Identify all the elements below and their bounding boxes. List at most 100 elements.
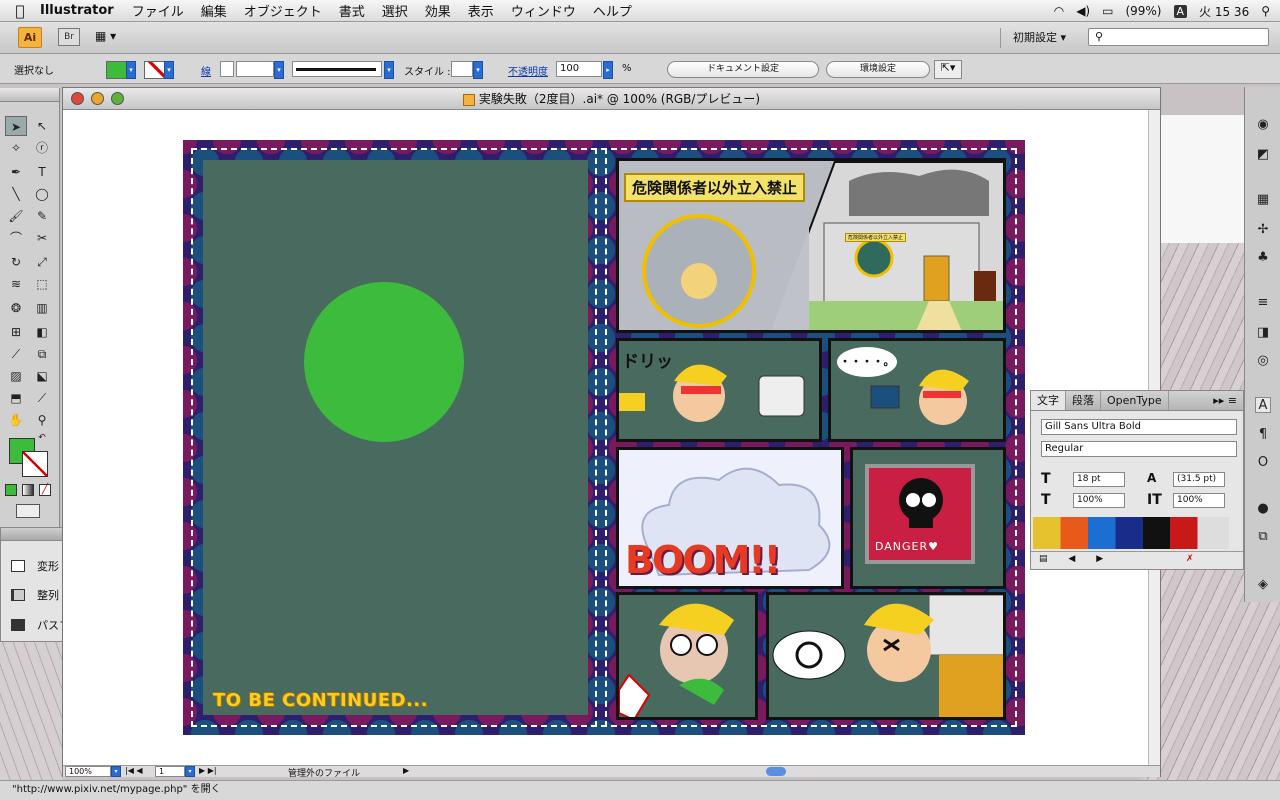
- menu-type[interactable]: 書式: [339, 1, 365, 20]
- status-menu-arrow-icon[interactable]: ▶: [403, 766, 409, 775]
- horizontal-scale-input[interactable]: 100%: [1073, 493, 1125, 508]
- font-family-select[interactable]: Gill Sans Ultra Bold: [1041, 419, 1237, 435]
- delete-swatch-icon[interactable]: ✗: [1186, 554, 1194, 564]
- tab-character[interactable]: 文字: [1031, 391, 1066, 410]
- menu-view[interactable]: 表示: [468, 1, 494, 20]
- swap-colors-icon[interactable]: ↶: [36, 432, 48, 444]
- menu-window[interactable]: ウィンドウ: [511, 1, 576, 20]
- panel-silence[interactable]: ・・・・。: [828, 338, 1006, 442]
- artboard-tool-icon[interactable]: ⬒: [5, 388, 27, 408]
- panel-lab-entrance[interactable]: 危険関係者以外立入禁止 危険関係者以外立入禁止: [616, 158, 1006, 333]
- free-transform-tool-icon[interactable]: ⬚: [31, 274, 53, 294]
- artboard-dropdown-icon[interactable]: ▾: [185, 766, 195, 777]
- blob-brush-tool-icon[interactable]: ⌒: [5, 228, 27, 248]
- artboard-number-input[interactable]: 1: [155, 766, 185, 777]
- zoom-level-input[interactable]: 100%: [65, 766, 111, 777]
- danger-label[interactable]: DANGER♥: [875, 540, 939, 553]
- file-status-text[interactable]: 管理外のファイル: [288, 766, 360, 779]
- swatches-panel-icon[interactable]: ▦: [1255, 192, 1271, 208]
- color-guide-panel-icon[interactable]: ◩: [1255, 147, 1271, 163]
- minimize-window-icon[interactable]: [91, 92, 104, 105]
- blend-tool-icon[interactable]: ⧉: [31, 344, 53, 364]
- brush-definition[interactable]: [292, 61, 382, 77]
- graph-tool-icon[interactable]: ▥: [31, 298, 53, 318]
- spotlight-search-icon[interactable]: ⚲: [1261, 4, 1270, 18]
- color-panel-icon[interactable]: ◉: [1255, 117, 1271, 133]
- opacity-dropdown-icon[interactable]: ▸: [603, 61, 613, 79]
- brushes-panel-icon[interactable]: ✢: [1255, 222, 1271, 238]
- app-name-menu[interactable]: Illustrator: [40, 3, 114, 18]
- layers-panel-icon[interactable]: ◈: [1255, 577, 1271, 593]
- swatch-library-icon[interactable]: ▤: [1039, 554, 1048, 564]
- stroke-panel-icon[interactable]: ≡: [1255, 295, 1271, 311]
- menu-edit[interactable]: 編集: [201, 1, 227, 20]
- artboard[interactable]: TO BE CONTINUED... 危険関係者以外立入禁止 危険関係者以外立入…: [183, 140, 1025, 735]
- lasso-tool-icon[interactable]: ⓡ: [31, 138, 53, 158]
- mesh-tool-icon[interactable]: ⊞: [5, 322, 27, 342]
- transparency-panel-icon[interactable]: ◎: [1255, 353, 1271, 369]
- panel-boom[interactable]: BOOM!!: [616, 447, 844, 589]
- stroke-dropdown-icon[interactable]: ▾: [164, 61, 174, 79]
- graphic-style-swatch[interactable]: [451, 61, 473, 77]
- workspace-switcher[interactable]: 初期設定 ▾: [1000, 28, 1075, 48]
- zoom-window-icon[interactable]: [111, 92, 124, 105]
- menu-help[interactable]: ヘルプ: [593, 1, 632, 20]
- close-window-icon[interactable]: [71, 92, 84, 105]
- horizontal-scroll-thumb[interactable]: [766, 767, 786, 776]
- style-dropdown-icon[interactable]: ▾: [473, 61, 483, 79]
- menu-file[interactable]: ファイル: [132, 1, 184, 20]
- line-tool-icon[interactable]: ╲: [5, 184, 27, 204]
- ellipse-tool-icon[interactable]: ◯: [31, 184, 53, 204]
- boom-sound-effect[interactable]: BOOM!!: [625, 538, 781, 582]
- appearance-panel-icon[interactable]: ●: [1255, 501, 1271, 517]
- first-artboard-icon[interactable]: |◀ ◀: [125, 766, 143, 775]
- direct-selection-tool-icon[interactable]: ↖: [31, 116, 53, 136]
- arrange-documents-button[interactable]: ▦ ▾: [95, 29, 127, 45]
- pen-tool-icon[interactable]: ✒: [5, 162, 27, 182]
- battery-icon[interactable]: ▭: [1102, 4, 1113, 18]
- fill-dropdown-icon[interactable]: ▾: [126, 61, 136, 79]
- none-mode-icon[interactable]: ╱: [39, 484, 51, 496]
- zoom-tool-icon[interactable]: ⚲: [31, 410, 53, 430]
- font-size-input[interactable]: 18 pt: [1073, 472, 1125, 487]
- bridge-button[interactable]: Br: [58, 28, 80, 46]
- menu-select[interactable]: 選択: [382, 1, 408, 20]
- tools-panel-header[interactable]: [0, 88, 59, 102]
- live-paint-bucket-tool-icon[interactable]: ▨: [5, 366, 27, 386]
- battery-percent[interactable]: (99%): [1125, 4, 1161, 18]
- opacity-link[interactable]: 不透明度: [508, 63, 548, 78]
- eyedropper-tool-icon[interactable]: ⟋: [5, 344, 27, 364]
- pencil-tool-icon[interactable]: ✎: [31, 206, 53, 226]
- clock[interactable]: 火 15 36: [1199, 3, 1249, 20]
- menu-effect[interactable]: 効果: [425, 1, 451, 20]
- menu-object[interactable]: オブジェクト: [244, 1, 322, 20]
- align-panel-item[interactable]: 整列: [11, 587, 59, 603]
- preferences-button[interactable]: 環境設定: [826, 61, 930, 78]
- input-method-icon[interactable]: A: [1173, 4, 1188, 18]
- panel-menu-icon[interactable]: ▸▸ ≡: [1213, 391, 1243, 410]
- selected-green-circle[interactable]: [304, 282, 464, 442]
- panel-drilling[interactable]: ドリッ: [616, 338, 822, 442]
- stroke-link[interactable]: 線: [201, 63, 211, 78]
- live-paint-selection-tool-icon[interactable]: ⬕: [31, 366, 53, 386]
- scissors-tool-icon[interactable]: ✂: [31, 228, 53, 248]
- scale-tool-icon[interactable]: ⤢: [31, 252, 53, 272]
- stroke-color-box[interactable]: [22, 451, 48, 477]
- stroke-weight-input[interactable]: [236, 61, 274, 77]
- document-title-bar[interactable]: 実験失敗（2度目）.ai* @ 100% (RGB/プレビュー): [63, 88, 1160, 110]
- panel-angry-boy[interactable]: [766, 592, 1006, 720]
- stroke-weight-dropdown-icon[interactable]: ▾: [274, 61, 284, 79]
- volume-icon[interactable]: ◀): [1076, 4, 1090, 18]
- leading-input[interactable]: (31.5 pt): [1173, 472, 1225, 487]
- vertical-scale-input[interactable]: 100%: [1173, 493, 1225, 508]
- gradient-mode-icon[interactable]: [22, 484, 34, 496]
- panel-shocked-boy[interactable]: [616, 592, 758, 720]
- warning-sign-text[interactable]: 危険関係者以外立入禁止: [624, 173, 806, 202]
- paragraph-panel-icon[interactable]: ¶: [1255, 427, 1271, 443]
- next-swatch-icon[interactable]: ▶: [1096, 554, 1103, 564]
- small-warning-sign[interactable]: 危険関係者以外立入禁止: [845, 233, 907, 242]
- opentype-panel-icon[interactable]: O: [1255, 455, 1271, 471]
- hand-tool-icon[interactable]: ✋: [5, 410, 27, 430]
- help-search-input[interactable]: ⚲: [1088, 28, 1269, 46]
- panel-danger[interactable]: DANGER♥: [850, 447, 1006, 589]
